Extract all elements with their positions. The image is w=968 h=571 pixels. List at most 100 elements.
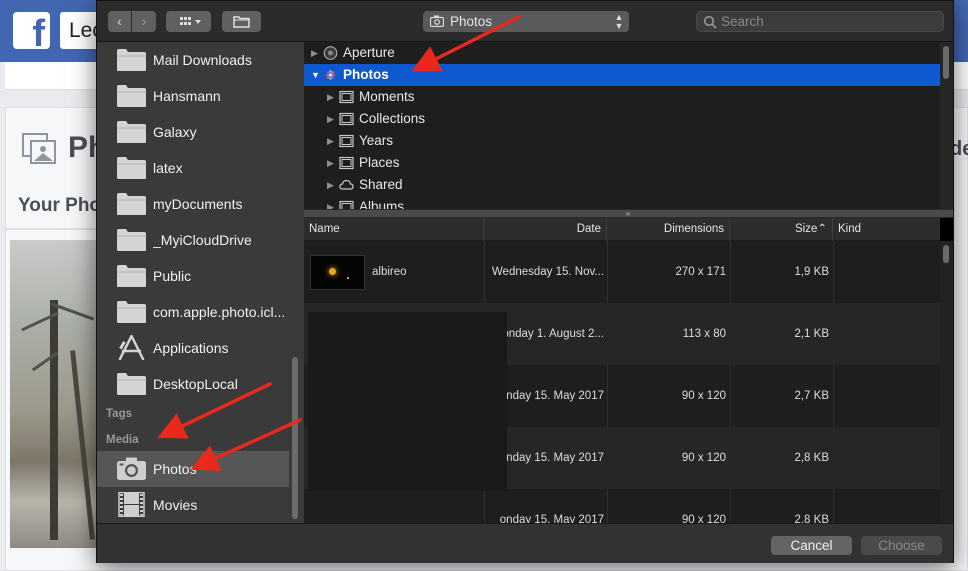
location-label: Photos <box>450 14 493 29</box>
album-icon <box>339 200 354 209</box>
cell-size: 2,1 KB <box>794 328 829 340</box>
table-row[interactable]: albireo Wednesday 15. Nov... 270 x 171 1,9 … <box>304 241 940 303</box>
sidebar-item-label: Applications <box>153 340 229 356</box>
cell-dimensions: 270 x 171 <box>675 266 726 278</box>
photo-thumbnail[interactable] <box>10 240 96 548</box>
browser-scrollbar[interactable] <box>943 46 949 79</box>
folder-icon <box>117 193 146 215</box>
sidebar-item-label: Movies <box>153 497 198 513</box>
folder-icon <box>117 157 146 179</box>
photos-app-icon <box>325 70 336 80</box>
browser-row-albums[interactable]: ▶ Albums <box>304 196 940 209</box>
folder-icon <box>117 85 146 107</box>
image-thumbnail <box>310 255 365 290</box>
camera-icon <box>117 457 146 480</box>
column-header-name[interactable]: Name <box>304 218 484 241</box>
aperture-icon <box>323 46 338 60</box>
browser-row-moments[interactable]: ▶ Moments <box>304 86 940 108</box>
camera-icon <box>430 15 444 27</box>
folder-icon <box>117 373 146 395</box>
redacted-region <box>308 312 507 491</box>
facebook-logo[interactable]: f <box>13 12 50 49</box>
sidebar-section-media: Media <box>106 434 139 446</box>
film-icon <box>118 492 145 517</box>
search-field[interactable] <box>696 11 944 32</box>
list-header: Name Date Dimensions Size⌃ Kind <box>304 218 953 241</box>
sidebar-item-label: com.apple.photo.icl... <box>153 304 285 320</box>
browser-row-collections[interactable]: ▶ Collections <box>304 108 940 130</box>
cloud-icon <box>339 179 354 190</box>
sidebar-section-tags: Tags <box>106 408 132 420</box>
folder-icon <box>117 49 146 71</box>
dialog-toolbar: ‹ › Photos ▲ ▼ <box>97 1 953 42</box>
disclosure-collapsed-icon[interactable]: ▶ <box>327 179 336 191</box>
disclosure-collapsed-icon[interactable]: ▶ <box>327 135 336 147</box>
cell-dimensions: 90 x 120 <box>681 390 726 402</box>
location-popup[interactable]: Photos ▲ ▼ <box>423 11 629 32</box>
disclosure-expanded-icon[interactable]: ▼ <box>311 69 320 81</box>
sidebar-item-mydocuments[interactable]: myDocuments <box>97 186 289 222</box>
sidebar-item-hansmann[interactable]: Hansmann <box>97 78 289 114</box>
forward-button[interactable]: › <box>132 11 156 32</box>
browser-row-years[interactable]: ▶ Years <box>304 130 940 152</box>
column-header-size[interactable]: Size⌃ <box>730 218 833 241</box>
cell-name: albireo <box>372 266 407 278</box>
cell-size: 2,8 KB <box>794 452 829 464</box>
sidebar-item-label: DesktopLocal <box>153 376 238 392</box>
your-photos-tab[interactable]: Your Pho <box>18 195 96 217</box>
browser-row-photos[interactable]: ▼ Photos <box>304 64 940 86</box>
choose-button[interactable]: Choose <box>861 536 942 555</box>
browser-row-places[interactable]: ▶ Places <box>304 152 940 174</box>
disclosure-collapsed-icon[interactable]: ▶ <box>327 201 336 209</box>
column-header-dimensions[interactable]: Dimensions <box>607 218 730 241</box>
cancel-button[interactable]: Cancel <box>771 536 852 555</box>
cell-size: 2,7 KB <box>794 390 829 402</box>
sidebar-item-label: myDocuments <box>153 196 243 212</box>
browser-row-label: Aperture <box>343 45 395 60</box>
new-folder-button[interactable] <box>222 11 261 32</box>
folder-icon <box>117 265 146 287</box>
browser-row-label: Places <box>359 155 400 170</box>
album-icon <box>339 112 354 126</box>
sidebar-item-galaxy[interactable]: Galaxy <box>97 114 289 150</box>
sidebar-item-label: Mail Downloads <box>153 52 252 68</box>
disclosure-collapsed-icon[interactable]: ▶ <box>327 113 336 125</box>
sidebar-item-photos[interactable]: Photos <box>97 451 289 487</box>
back-button[interactable]: ‹ <box>108 11 131 32</box>
browser-row-shared[interactable]: ▶ Shared <box>304 174 940 196</box>
sidebar-item-latex[interactable]: latex <box>97 150 289 186</box>
cell-dimensions: 113 x 80 <box>682 328 726 340</box>
sidebar-item-myiclouddrive[interactable]: _MyiCloudDrive <box>97 222 289 258</box>
sidebar-item-applications[interactable]: Applications <box>97 330 289 366</box>
browser-row-aperture[interactable]: ▶ Aperture <box>304 42 940 64</box>
grid-view-icon <box>179 17 201 25</box>
sidebar-item-mail-downloads[interactable]: Mail Downloads <box>97 42 289 78</box>
folder-icon <box>117 301 146 323</box>
sidebar-item-movies[interactable]: Movies <box>97 487 289 523</box>
sidebar-item-public[interactable]: Public <box>97 258 289 294</box>
sidebar-item-label: Photos <box>153 461 197 477</box>
disclosure-collapsed-icon[interactable]: ▶ <box>311 47 320 59</box>
source-browser: ▶ Aperture ▼ Photos ▶ Moments ▶ Collections ▶ Yea… <box>304 42 940 209</box>
sidebar-item-label: _MyiCloudDrive <box>153 232 252 248</box>
disclosure-collapsed-icon[interactable]: ▶ <box>327 157 336 169</box>
search-input[interactable] <box>719 13 934 30</box>
column-header-date[interactable]: Date <box>484 218 607 241</box>
cell-size: 1,9 KB <box>794 266 829 278</box>
sidebar-item-label: Hansmann <box>153 88 221 104</box>
photos-album-icon <box>22 133 56 164</box>
disclosure-collapsed-icon[interactable]: ▶ <box>327 91 336 103</box>
album-icon <box>339 156 354 170</box>
cell-date: Wednesday 15. Nov... <box>491 266 604 278</box>
column-header-kind[interactable]: Kind <box>833 218 940 241</box>
applications-icon <box>118 335 145 360</box>
sidebar-item-desktoplocal[interactable]: DesktopLocal <box>97 366 289 402</box>
view-options-button[interactable] <box>166 11 211 32</box>
sidebar-scrollbar[interactable] <box>292 357 298 519</box>
table-row[interactable]: onday 15. May 2017 90 x 120 2,8 KB <box>304 489 940 523</box>
browser-row-label: Moments <box>359 89 415 104</box>
pane-splitter[interactable] <box>304 209 953 218</box>
sidebar-item-com-apple-photo-icl[interactable]: com.apple.photo.icl... <box>97 294 289 330</box>
list-scrollbar[interactable] <box>943 245 949 263</box>
cell-size: 2,8 KB <box>794 514 829 523</box>
